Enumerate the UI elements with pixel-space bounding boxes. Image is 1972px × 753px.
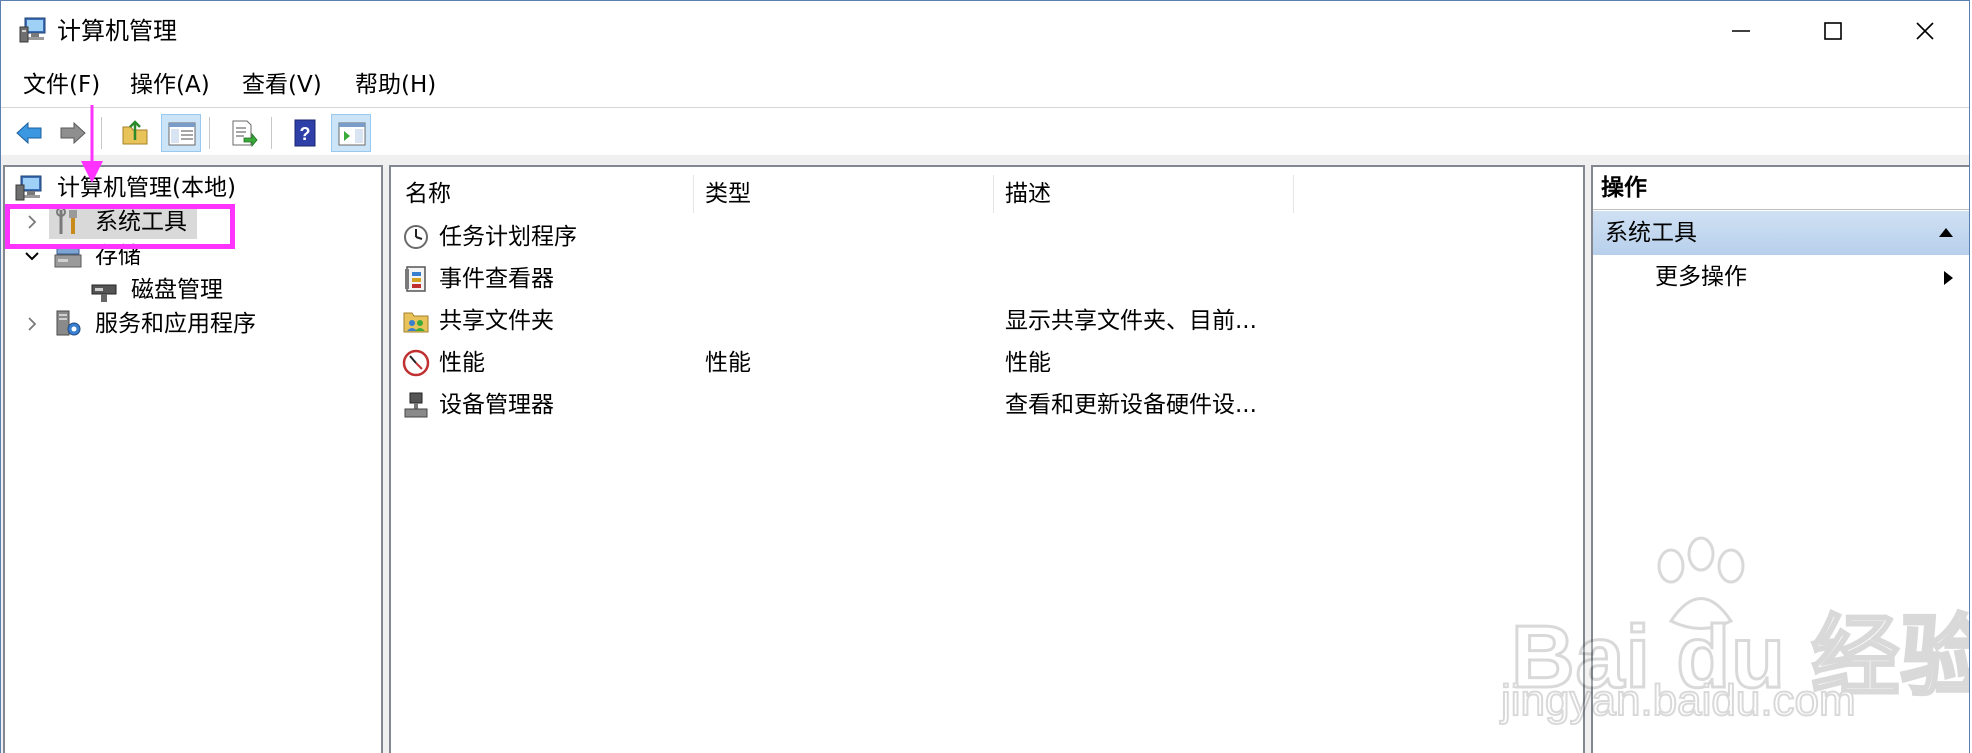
menu-action[interactable]: 操作(A) xyxy=(130,69,210,101)
cell-description: 性能 xyxy=(1005,350,1051,376)
device-manager-icon xyxy=(404,392,428,418)
close-icon xyxy=(1916,22,1934,40)
disk-management-icon xyxy=(91,284,117,302)
back-button[interactable] xyxy=(9,114,49,152)
annotation-highlight-box xyxy=(5,204,235,249)
svg-text:?: ? xyxy=(300,124,311,144)
list-row-event-viewer[interactable]: 事件查看器 xyxy=(399,259,1569,299)
export-list-icon xyxy=(232,120,258,148)
list-row-shared-folders[interactable]: 共享文件夹 显示共享文件夹、目前... xyxy=(399,301,1569,341)
minimize-icon xyxy=(1732,30,1750,32)
computer-management-icon xyxy=(19,17,46,43)
menu-help[interactable]: 帮助(H) xyxy=(355,69,436,101)
column-header-name[interactable]: 名称 xyxy=(405,177,451,211)
folder-up-icon xyxy=(122,120,148,145)
show-hide-console-tree-button[interactable] xyxy=(161,114,201,152)
toolbar-separator xyxy=(209,117,210,149)
shared-folder-icon xyxy=(403,312,429,333)
list-row-task-scheduler[interactable]: 任务计划程序 xyxy=(399,217,1569,257)
column-divider[interactable] xyxy=(693,175,694,213)
action-pane-icon xyxy=(338,122,366,146)
submenu-arrow-icon xyxy=(1944,271,1953,285)
up-one-level-button[interactable] xyxy=(115,114,155,152)
cell-name: 性能 xyxy=(439,350,485,376)
tree-item-label: 服务和应用程序 xyxy=(95,311,256,337)
console-tree-pane: 计算机管理(本地) 系统工具 存储 磁盘管理 服务和应用程序 xyxy=(3,165,383,753)
menu-divider xyxy=(1,107,1969,108)
computer-management-icon xyxy=(15,175,42,201)
cell-type: 性能 xyxy=(705,350,751,376)
toolbar-separator xyxy=(271,117,272,149)
show-hide-action-pane-button[interactable] xyxy=(331,114,371,152)
watermark-url: jingyan.baidu.com xyxy=(1500,675,1857,726)
tree-root-computer-management[interactable]: 计算机管理(本地) xyxy=(11,171,371,205)
toolbar: ? xyxy=(1,109,1969,155)
title-bar[interactable]: 计算机管理 xyxy=(1,1,1969,61)
cell-name: 事件查看器 xyxy=(439,266,554,292)
menu-bar: 文件(F) 操作(A) 查看(V) 帮助(H) xyxy=(1,65,1969,105)
services-gear-icon xyxy=(56,310,81,336)
chevron-down-icon[interactable] xyxy=(23,247,41,265)
maximize-button[interactable] xyxy=(1787,1,1879,61)
console-tree-icon xyxy=(168,122,196,146)
help-book-icon: ? xyxy=(294,119,316,147)
back-arrow-icon xyxy=(16,121,42,145)
column-divider[interactable] xyxy=(1293,175,1294,213)
actions-group-label: 系统工具 xyxy=(1605,220,1697,246)
menu-view[interactable]: 查看(V) xyxy=(242,69,322,101)
export-list-button[interactable] xyxy=(223,114,263,152)
column-header-description[interactable]: 描述 xyxy=(1005,177,1051,211)
toolbar-bottom-strip xyxy=(1,155,1969,165)
cell-name: 设备管理器 xyxy=(439,392,554,418)
cell-name: 共享文件夹 xyxy=(439,308,554,334)
more-actions-label: 更多操作 xyxy=(1655,264,1747,290)
chevron-right-icon[interactable] xyxy=(23,315,41,333)
menu-file[interactable]: 文件(F) xyxy=(23,69,100,101)
maximize-icon xyxy=(1824,22,1842,40)
computer-management-window: 计算机管理 文件(F) 操作(A) 查看(V) 帮助(H) ? 计算机管理(本地… xyxy=(0,0,1970,753)
annotation-arrow-icon xyxy=(81,105,103,183)
help-button[interactable]: ? xyxy=(285,114,325,152)
cell-description: 查看和更新设备硬件设... xyxy=(1005,392,1257,418)
actions-more-actions[interactable]: 更多操作 xyxy=(1593,257,1969,297)
column-header-type[interactable]: 类型 xyxy=(705,177,751,211)
list-row-performance[interactable]: 性能 性能 性能 xyxy=(399,343,1569,383)
baidu-jingyan-watermark: Bai du 经验 jingyan.baidu.com xyxy=(1500,536,1969,726)
tree-item-disk-management[interactable]: 磁盘管理 xyxy=(11,273,371,307)
tree-item-services-and-applications[interactable]: 服务和应用程序 xyxy=(11,307,371,341)
tree-item-label: 磁盘管理 xyxy=(131,277,223,303)
performance-gauge-icon xyxy=(402,349,430,377)
column-divider[interactable] xyxy=(993,175,994,213)
collapse-up-icon[interactable] xyxy=(1937,225,1955,239)
actions-header: 操作 xyxy=(1593,167,1969,210)
actions-group-system-tools[interactable]: 系统工具 xyxy=(1593,211,1969,255)
cell-description: 显示共享文件夹、目前... xyxy=(1005,308,1257,334)
details-list-pane: 名称 类型 描述 任务计划程序 事件查看器 共享文件夹 显示共享文件夹、目前..… xyxy=(389,165,1585,753)
cell-name: 任务计划程序 xyxy=(439,224,577,250)
window-title: 计算机管理 xyxy=(57,17,177,45)
minimize-button[interactable] xyxy=(1695,1,1787,61)
event-log-icon xyxy=(405,266,426,292)
clock-icon xyxy=(404,225,428,249)
close-button[interactable] xyxy=(1879,1,1969,61)
list-row-device-manager[interactable]: 设备管理器 查看和更新设备硬件设... xyxy=(399,385,1569,425)
